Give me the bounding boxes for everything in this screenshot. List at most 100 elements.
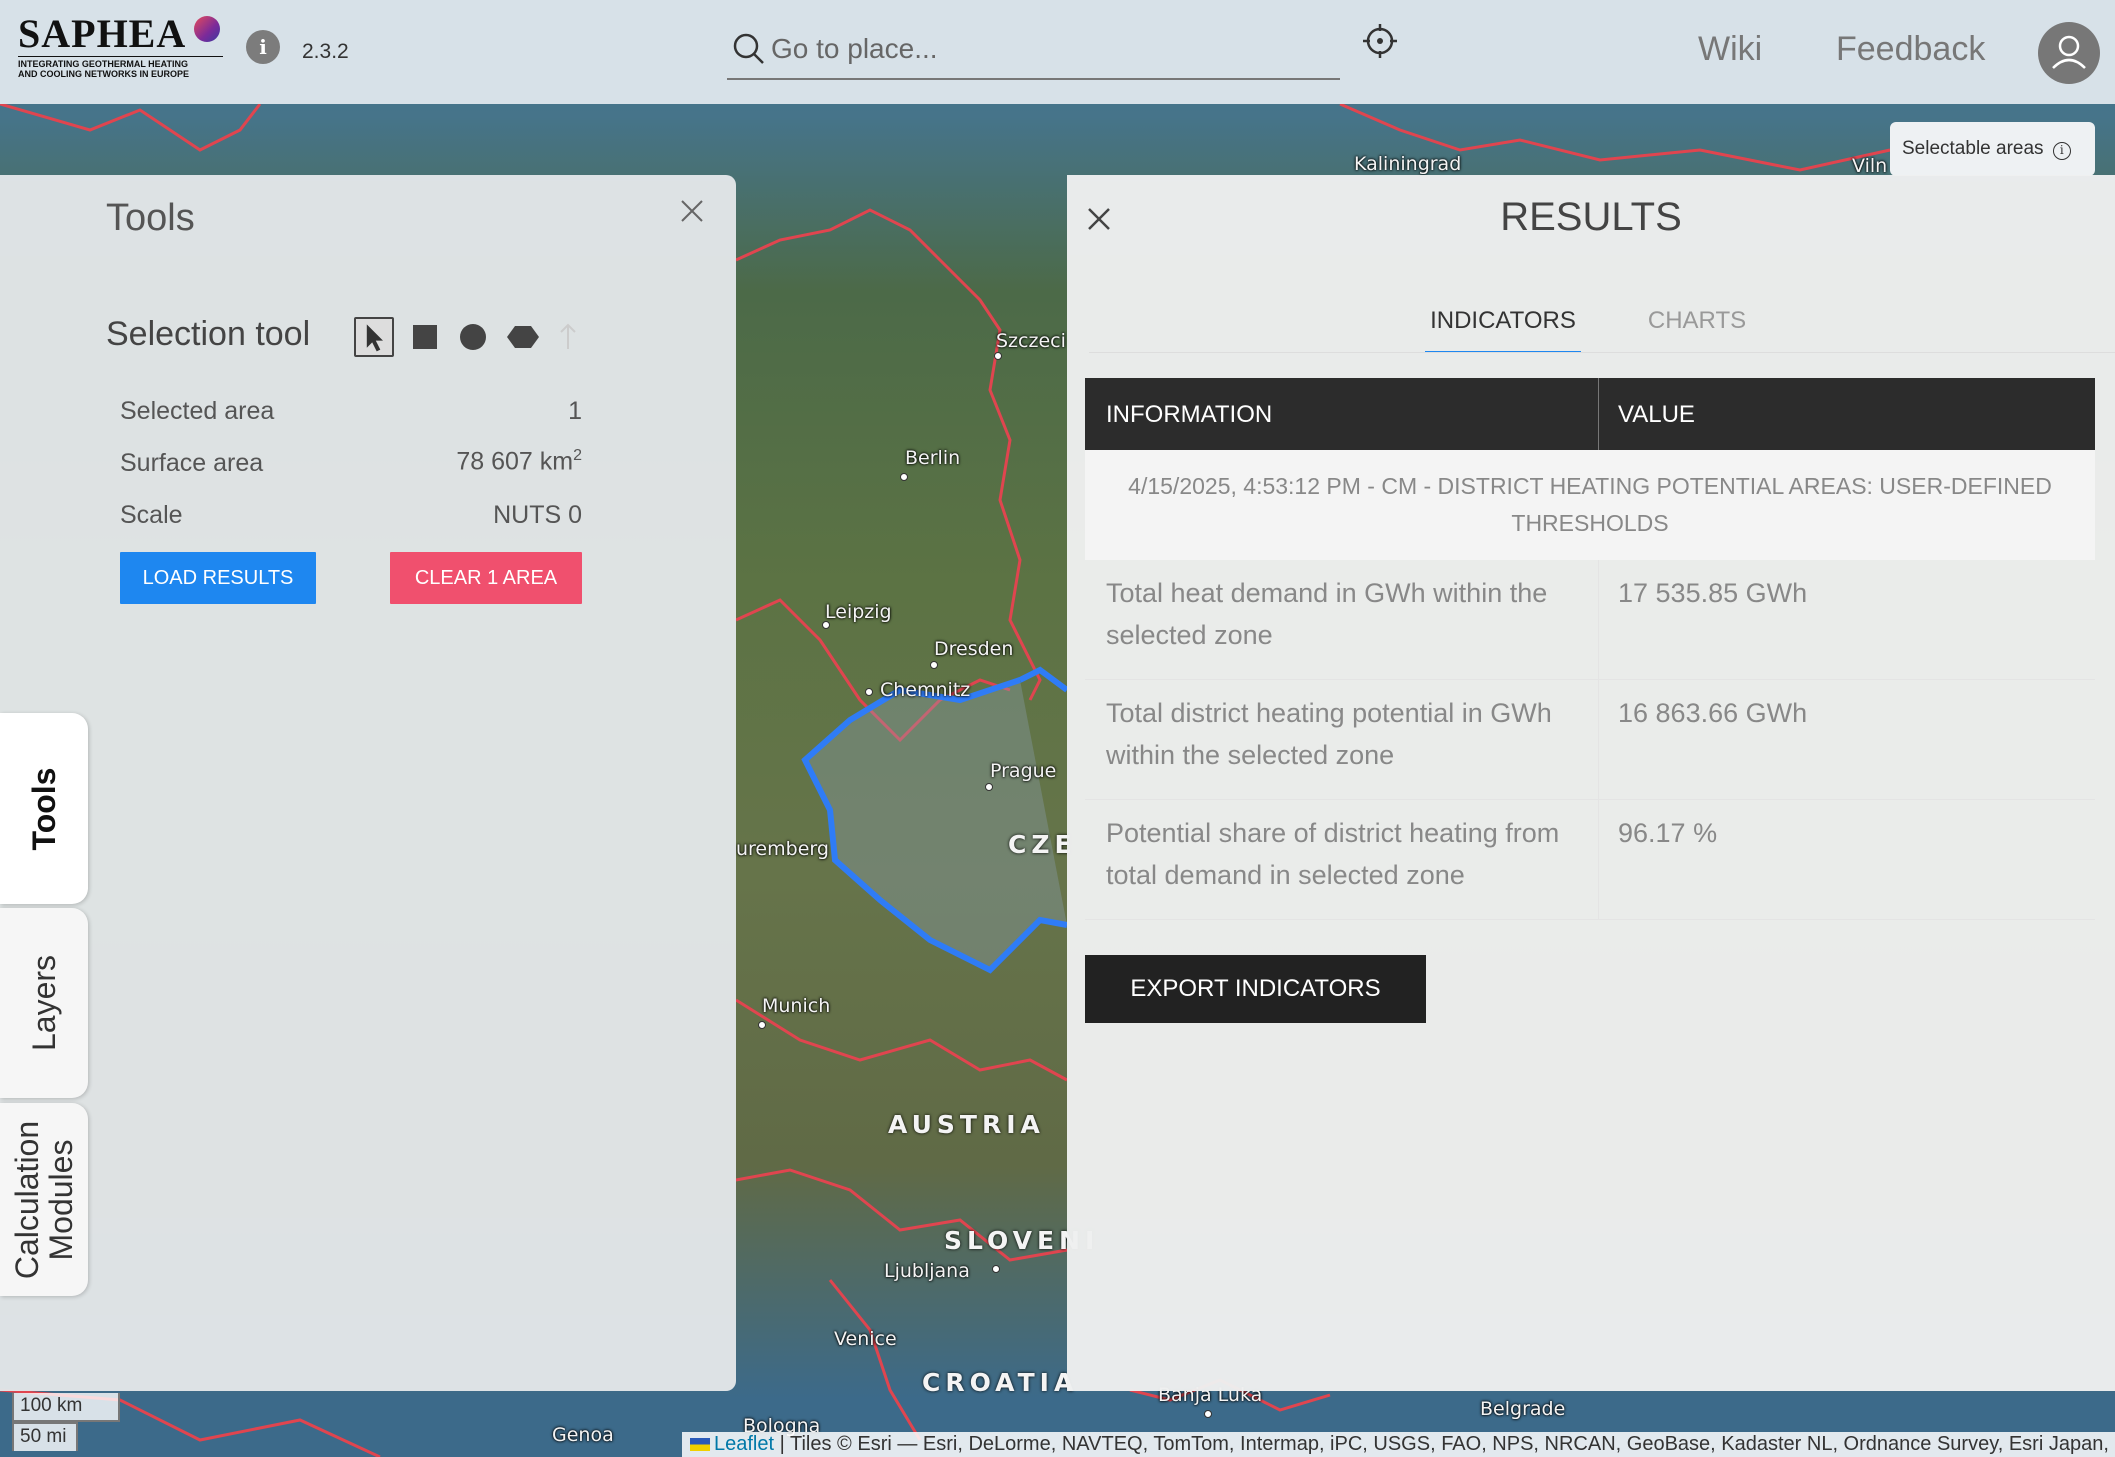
column-header-value: VALUE: [1618, 401, 1695, 428]
map-scale-bar: 100 km 50 mi: [12, 1393, 120, 1451]
square-icon[interactable]: [405, 317, 445, 357]
side-tab-cm-label: Calculation Modules: [9, 1120, 79, 1279]
city-dot: [822, 621, 830, 629]
locate-crosshair-icon[interactable]: [1362, 23, 1398, 59]
indicator-value: 16 863.66 GWh: [1618, 698, 1808, 728]
indicator-label: Potential share of district heating from…: [1106, 818, 1560, 890]
info-circle-icon[interactable]: i: [2052, 142, 2071, 160]
side-tab-tools-label: Tools: [26, 767, 62, 850]
top-bar: SAPHEA INTEGRATING GEOTHERMAL HEATING AN…: [0, 0, 2115, 104]
country-label-austria: AUSTRIA: [888, 1110, 1045, 1139]
city-dot: [994, 352, 1002, 360]
country-label-croatia: CROATIA: [922, 1368, 1079, 1397]
surface-area-label: Surface area: [120, 449, 264, 477]
city-label-dresden: Dresden: [934, 638, 1014, 660]
ukraine-flag-icon: [690, 1438, 710, 1452]
city-label-chemnitz: Chemnitz: [880, 679, 971, 701]
scale-mi: 50 mi: [12, 1422, 78, 1451]
city-dot: [758, 1021, 766, 1029]
city-label-szczecin: Szczeci: [996, 330, 1066, 352]
clear-area-button[interactable]: CLEAR 1 AREA: [390, 552, 582, 604]
indicator-label: Total district heating potential in GWh …: [1106, 698, 1552, 770]
side-tab-calculation-modules[interactable]: Calculation Modules: [0, 1103, 88, 1296]
selectable-areas-label: Selectable areas: [1902, 138, 2044, 159]
city-label-leipzig: Leipzig: [825, 601, 892, 623]
logo-globe-icon: [194, 16, 220, 42]
tools-panel-title: Tools: [106, 197, 195, 239]
indicator-value: 17 535.85 GWh: [1618, 578, 1808, 608]
city-label-nuremberg: uremberg: [736, 838, 829, 860]
app-version: 2.3.2: [302, 40, 349, 63]
column-divider: [1598, 680, 1599, 800]
city-dot: [900, 473, 908, 481]
table-header: INFORMATION VALUE: [1085, 378, 2095, 450]
city-dot: [992, 1265, 1000, 1273]
info-icon[interactable]: i: [246, 30, 280, 64]
leaflet-link[interactable]: Leaflet: [714, 1433, 774, 1455]
selectable-areas-control[interactable]: Selectable areas i: [1890, 122, 2095, 176]
pointer-icon[interactable]: [354, 317, 394, 357]
side-tab-cm-line-1: Calculation: [9, 1120, 45, 1279]
hexagon-icon[interactable]: [503, 317, 543, 357]
scale-label: Scale: [120, 501, 183, 529]
selected-area-label: Selected area: [120, 397, 275, 425]
city-dot: [865, 688, 873, 696]
place-search: [727, 22, 1340, 80]
side-tab-tools[interactable]: Tools: [0, 713, 88, 904]
column-divider: [1598, 378, 1599, 450]
tab-indicators[interactable]: INDICATORS: [1425, 307, 1581, 353]
city-label-berlin: Berlin: [905, 447, 961, 469]
table-row: Total heat demand in GWh within the sele…: [1085, 560, 2095, 680]
selection-tool-label: Selection tool: [106, 315, 311, 353]
city-label-genoa: Genoa: [552, 1424, 614, 1446]
feedback-link[interactable]: Feedback: [1836, 30, 1985, 69]
tools-panel: Tools Selection tool Selected area 1 Sur…: [0, 175, 736, 1391]
indicator-label: Total heat demand in GWh within the sele…: [1106, 578, 1548, 650]
city-dot: [1204, 1410, 1212, 1418]
surface-area-number: 78 607 km: [456, 447, 574, 476]
results-panel: RESULTS INDICATORS CHARTS INFORMATION VA…: [1067, 175, 2115, 1391]
logo-tagline-line-1: INTEGRATING GEOTHERMAL HEATING: [18, 59, 188, 69]
tab-divider: [1089, 352, 2115, 353]
logo-tagline: INTEGRATING GEOTHERMAL HEATING AND COOLI…: [18, 56, 223, 79]
city-label-munich: Munich: [762, 995, 831, 1017]
indicators-table: INFORMATION VALUE 4/15/2025, 4:53:12 PM …: [1085, 378, 2095, 920]
results-title: RESULTS: [1500, 195, 1682, 239]
table-row: Potential share of district heating from…: [1085, 800, 2095, 920]
city-label-venice: Venice: [834, 1328, 897, 1350]
load-results-button[interactable]: LOAD RESULTS: [120, 552, 316, 604]
run-title-row: 4/15/2025, 4:53:12 PM - CM - DISTRICT HE…: [1085, 450, 2095, 560]
upload-icon[interactable]: [548, 317, 588, 357]
city-dot: [930, 661, 938, 669]
saphea-logo[interactable]: SAPHEA INTEGRATING GEOTHERMAL HEATING AN…: [18, 14, 228, 84]
side-tab-layers-label: Layers: [26, 954, 62, 1052]
surface-area-value: 78 607 km2: [456, 447, 582, 476]
column-header-information: INFORMATION: [1106, 401, 1273, 428]
user-avatar-icon[interactable]: [2038, 22, 2100, 84]
city-dot: [985, 783, 993, 791]
city-label-vilnius: Viln: [1852, 155, 1888, 177]
app-root: Kaliningrad Szczeci Berlin Leipzig Dresd…: [0, 0, 2115, 1457]
city-label-ljubljana: Ljubljana: [884, 1260, 970, 1282]
surface-area-unit-exponent: 2: [573, 447, 582, 464]
tab-charts[interactable]: CHARTS: [1632, 307, 1762, 353]
column-divider: [1598, 560, 1599, 680]
search-icon: [733, 33, 764, 64]
wiki-link[interactable]: Wiki: [1698, 30, 1762, 69]
city-label-prague: Prague: [990, 760, 1057, 782]
search-input[interactable]: [771, 28, 1331, 70]
circle-icon[interactable]: [453, 317, 493, 357]
side-tab-layers[interactable]: Layers: [0, 908, 88, 1098]
indicator-value: 96.17 %: [1618, 818, 1718, 848]
logo-tagline-line-2: AND COOLING NETWORKS IN EUROPE: [18, 69, 190, 79]
selected-area-value: 1: [568, 397, 582, 425]
scale-value: NUTS 0: [493, 501, 582, 529]
export-indicators-button[interactable]: EXPORT INDICATORS: [1085, 955, 1426, 1023]
close-icon[interactable]: [676, 195, 708, 227]
column-divider: [1598, 800, 1599, 920]
city-label-kaliningrad: Kaliningrad: [1354, 153, 1462, 175]
map-attribution: Leaflet | Tiles © Esri — Esri, DeLorme, …: [682, 1432, 2115, 1457]
attribution-text: | Tiles © Esri — Esri, DeLorme, NAVTEQ, …: [779, 1433, 2109, 1455]
city-label-belgrade: Belgrade: [1480, 1398, 1566, 1420]
table-row: Total district heating potential in GWh …: [1085, 680, 2095, 800]
